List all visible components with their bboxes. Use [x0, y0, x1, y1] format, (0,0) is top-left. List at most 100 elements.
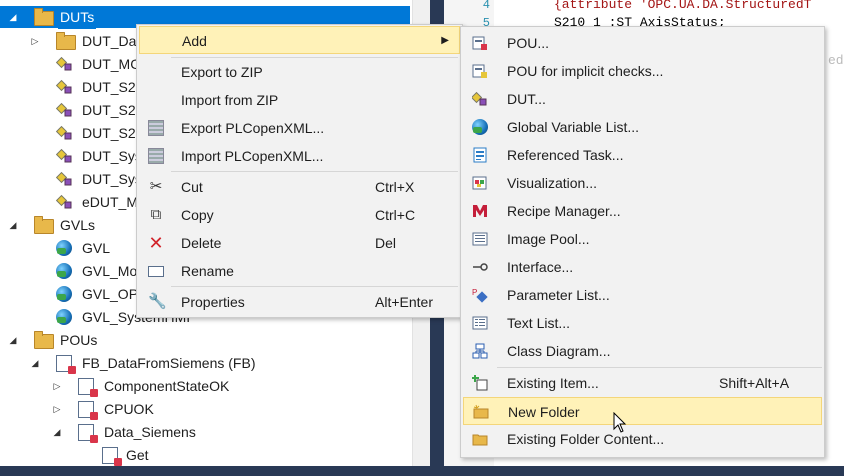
dut-icon: [56, 56, 72, 71]
menu-item-new-folder[interactable]: New Folder: [463, 397, 822, 425]
menu-item-label: Interface...: [507, 259, 574, 275]
menu-item-label: DUT...: [507, 91, 546, 107]
menu-item-label: Export to ZIP: [181, 64, 263, 80]
collapse-icon[interactable]: ◢: [8, 214, 18, 237]
status-bar: [0, 466, 844, 476]
menu-separator: [171, 286, 458, 287]
image-pool-icon: [472, 232, 488, 246]
menu-item-label: Existing Folder Content...: [507, 431, 665, 447]
menu-item-referenced-task[interactable]: Referenced Task...: [463, 141, 822, 169]
menu-item-recipe-manager[interactable]: Recipe Manager...: [463, 197, 822, 225]
menu-item-label: Referenced Task...: [507, 147, 624, 163]
task-icon: [473, 147, 487, 163]
menu-item-global-variable-list[interactable]: Global Variable List...: [463, 113, 822, 141]
submenu-arrow-icon: ▶: [441, 35, 449, 46]
menu-item-export-plcopenxml[interactable]: Export PLCopenXML...: [139, 114, 460, 142]
collapse-icon[interactable]: ◢: [8, 6, 18, 29]
code-line: {attribute 'OPC.UA.DA.StructuredT: [554, 0, 812, 12]
menu-item-label: Global Variable List...: [507, 119, 640, 135]
tree-item[interactable]: ▷ ComponentStateOK: [0, 375, 410, 398]
menu-separator: [497, 367, 822, 368]
menu-item-label: Import from ZIP: [181, 92, 279, 108]
menu-item-class-diagram[interactable]: Class Diagram...: [463, 337, 822, 365]
dut-icon: [56, 102, 72, 117]
menu-item-image-pool[interactable]: Image Pool...: [463, 225, 822, 253]
expand-icon[interactable]: ▷: [30, 30, 40, 53]
menu-item-label: Parameter List...: [507, 287, 610, 303]
pou-icon: [78, 378, 98, 397]
menu-item-interface[interactable]: Interface...: [463, 253, 822, 281]
dut-icon: [56, 79, 72, 94]
dut-icon: [56, 171, 72, 186]
menu-item-label: Copy: [181, 207, 214, 223]
menu-item-dut[interactable]: DUT...: [463, 85, 822, 113]
menu-item-label: Delete: [181, 235, 222, 251]
gvl-icon: [56, 240, 72, 256]
menu-item-label: POU for implicit checks...: [507, 63, 664, 79]
tree-item-label: DUT_S2: [82, 79, 136, 95]
globe-icon: [472, 119, 488, 135]
menu-item-shortcut: Ctrl+C: [375, 207, 416, 223]
menu-item-properties[interactable]: 🔧 Properties Alt+Enter: [139, 288, 460, 316]
menu-item-add[interactable]: Add ▶: [139, 26, 460, 54]
rename-icon: [148, 266, 164, 277]
menu-item-label: Properties: [181, 294, 245, 310]
menu-item-existing-folder-content[interactable]: Existing Folder Content...: [463, 425, 822, 453]
svg-text:P: P: [472, 288, 477, 297]
pou-checks-icon: [472, 64, 487, 78]
tree-item-label: CPUOK: [104, 401, 154, 417]
menu-item-existing-item[interactable]: Existing Item... Shift+Alt+A: [463, 369, 822, 397]
expand-icon[interactable]: ▷: [52, 375, 62, 398]
menu-item-pou[interactable]: POU...: [463, 29, 822, 57]
tree-item-label: FB_DataFromSiemens (FB): [82, 355, 256, 371]
menu-item-delete[interactable]: ✕ Delete Del: [139, 229, 460, 257]
menu-item-parameter-list[interactable]: P Parameter List...: [463, 281, 822, 309]
dut-icon: [56, 148, 72, 163]
menu-item-label: Recipe Manager...: [507, 203, 621, 219]
menu-item-text-list[interactable]: Text List...: [463, 309, 822, 337]
recipe-icon: [473, 205, 487, 217]
menu-item-label: Export PLCopenXML...: [181, 120, 325, 136]
menu-item-export-zip[interactable]: Export to ZIP: [139, 58, 460, 86]
pou-icon: [102, 447, 122, 466]
add-submenu: POU... POU for implicit checks... DUT...…: [460, 26, 825, 458]
new-folder-icon: [473, 404, 489, 419]
folder-icon: [472, 434, 488, 446]
menu-item-label: Existing Item...: [507, 375, 599, 391]
tree-item-pous[interactable]: ◢ POUs: [0, 329, 410, 352]
expand-icon[interactable]: ▷: [52, 398, 62, 421]
tree-item-label: DUT_Sys: [82, 148, 142, 164]
tree-item-label: GVL_OP: [82, 286, 139, 302]
menu-item-visualization[interactable]: Visualization...: [463, 169, 822, 197]
pou-icon: [56, 355, 76, 374]
collapse-icon[interactable]: ◢: [8, 329, 18, 352]
interface-icon: [473, 263, 488, 271]
menu-item-copy[interactable]: ⧉ Copy Ctrl+C: [139, 201, 460, 229]
tree-item[interactable]: ◢ Data_Siemens: [0, 421, 410, 444]
menu-item-label: POU...: [507, 35, 550, 51]
parameter-icon: P: [472, 288, 488, 303]
collapse-icon[interactable]: ◢: [52, 421, 62, 444]
tree-item-label: DUT_Da: [82, 33, 137, 49]
tree-item-label: DUTs: [58, 6, 97, 29]
folder-icon: [34, 331, 54, 349]
menu-item-label: Rename: [181, 263, 234, 279]
tree-item-label: Data_Siemens: [104, 424, 196, 440]
menu-item-label: Add: [182, 33, 207, 49]
collapse-icon[interactable]: ◢: [30, 352, 40, 375]
menu-item-pou-implicit-checks[interactable]: POU for implicit checks...: [463, 57, 822, 85]
tree-item-label: GVL: [82, 240, 111, 256]
menu-item-cut[interactable]: ✂ Cut Ctrl+X: [139, 173, 460, 201]
menu-item-label: New Folder: [508, 404, 580, 420]
tree-item[interactable]: ◢ FB_DataFromSiemens (FB): [0, 352, 410, 375]
menu-item-label: Import PLCopenXML...: [181, 148, 324, 164]
menu-item-import-zip[interactable]: Import from ZIP: [139, 86, 460, 114]
import-xml-icon: [148, 148, 164, 164]
tree-item-label: eDUT_M: [82, 194, 139, 210]
menu-item-label: Visualization...: [507, 175, 598, 191]
menu-item-rename[interactable]: Rename: [139, 257, 460, 285]
menu-item-import-plcopenxml[interactable]: Import PLCopenXML...: [139, 142, 460, 170]
tree-item[interactable]: ▷ CPUOK: [0, 398, 410, 421]
delete-icon: ✕: [148, 233, 164, 253]
tree-item[interactable]: Get: [0, 444, 410, 467]
